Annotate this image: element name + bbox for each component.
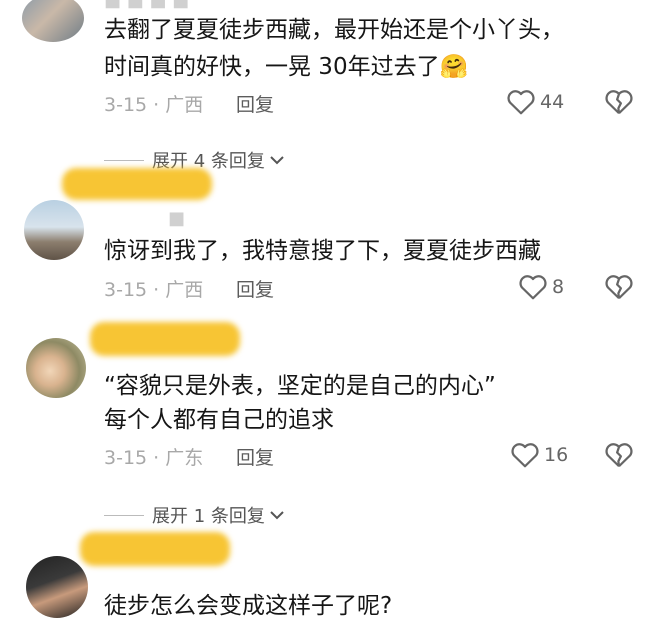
- comment-text: 徒步怎么会变成这样子了呢?: [104, 593, 393, 619]
- broken-heart-icon[interactable]: [604, 441, 634, 469]
- avatar[interactable]: [26, 338, 86, 398]
- comment-text: 惊讶到我了，我特意搜了下，夏夏徒步西藏: [104, 238, 541, 264]
- broken-heart-icon[interactable]: [604, 88, 634, 116]
- heart-icon: [507, 90, 535, 115]
- like-count: 16: [544, 444, 569, 466]
- heart-icon: [519, 275, 547, 300]
- chevron-down-icon: [270, 156, 284, 165]
- avatar[interactable]: [22, 0, 84, 42]
- redacted-username: [90, 322, 240, 356]
- divider: [104, 159, 144, 161]
- comment-meta: 3-15 · 广东: [104, 447, 204, 469]
- comment-text-line-1: “容貌只是外表，坚定的是自己的内心”: [104, 373, 496, 399]
- redacted-username: [62, 168, 212, 200]
- avatar[interactable]: [24, 200, 84, 260]
- reply-button[interactable]: 回复: [236, 90, 274, 117]
- comment-text-line-2: 时间真的好快，一晃 30年过去了🤗: [104, 51, 468, 84]
- like-button[interactable]: 44: [506, 88, 564, 116]
- comment-text-line-2: 每个人都有自己的追求: [104, 407, 334, 433]
- heart-icon: [511, 443, 539, 468]
- like-button[interactable]: 8: [518, 273, 564, 301]
- chevron-down-icon: [270, 511, 284, 520]
- hug-emoji-icon: 🤗: [439, 54, 469, 80]
- divider: [104, 514, 144, 516]
- redacted-username: [80, 532, 230, 566]
- reply-button[interactable]: 回复: [236, 275, 274, 302]
- comment-meta: 3-15 · 广西: [104, 279, 204, 301]
- comment-text-line-2-text: 时间真的好快，一晃 30年过去了: [104, 54, 440, 80]
- comment-text-line-1: 去翻了夏夏徒步西藏，最开始还是个小丫头，: [104, 17, 564, 43]
- like-count: 8: [552, 276, 565, 298]
- broken-heart-icon[interactable]: [604, 273, 634, 301]
- expand-replies-label: 展开 1 条回复: [152, 506, 265, 527]
- like-button[interactable]: 16: [510, 441, 568, 469]
- username-faint: ■ ■ ■ ■: [104, 0, 190, 11]
- username-faint: ■: [168, 208, 186, 229]
- comment-meta: 3-15 · 广西: [104, 94, 204, 116]
- avatar[interactable]: [26, 556, 88, 618]
- reply-button[interactable]: 回复: [236, 443, 274, 470]
- like-count: 44: [540, 91, 565, 113]
- expand-replies-button[interactable]: 展开 1 条回复: [104, 502, 285, 528]
